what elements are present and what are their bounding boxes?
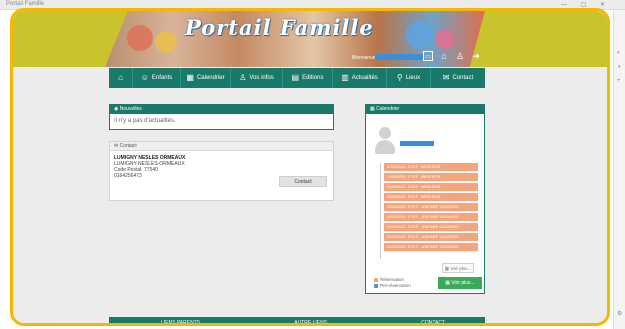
voir-plus-link[interactable]: ▦ Voir plus... <box>442 263 474 273</box>
extension-icon[interactable]: ◐ <box>617 50 621 56</box>
account-icon[interactable]: ♙ <box>455 51 465 61</box>
nav-label: Contact <box>452 75 474 81</box>
nav-label: Calendrier <box>196 75 225 81</box>
nav-label: Enfants <box>151 75 173 81</box>
calendar-event[interactable]: 28/09/2023 - ET.EF - MERCREDI <box>384 193 478 201</box>
nav-contact[interactable]: ✉ Contact <box>431 68 485 88</box>
news-icon: ▥ <box>341 73 349 82</box>
main-nav: ⌂ ☺ Enfants ▦ Calendrier ♙ Vos infos ▤ E… <box>109 68 485 88</box>
nav-home[interactable]: ⌂ <box>109 68 133 88</box>
nav-label: Actualités <box>351 75 378 81</box>
globe-icon: ◉ <box>114 106 119 112</box>
highlight-frame: Portail Famille Bienvenue ▭ ⌂ ♙ ➜ ⌂ ☺ En… <box>10 8 610 326</box>
news-message: Il n'y a pas d'actualités. <box>114 118 176 124</box>
calendar-event[interactable]: 07/09/2023 - ET.EF - MERCREDI <box>384 163 478 171</box>
calendar-panel: ▦ Calendrier 07/09/2023 - ET.EF - MERCRE… <box>365 104 485 294</box>
timeline-line <box>380 163 381 259</box>
extension-icon[interactable]: ◑ <box>617 64 621 70</box>
calendar-event[interactable]: 21/09/2023 - ET.EF - MERCREDI <box>384 183 478 191</box>
map-pin-icon: ⚲ <box>396 73 403 82</box>
calendar-event[interactable]: 30/10/2023 - ET.EF - JOURNEE VACANCES <box>384 233 478 241</box>
site-title: Portail Famille <box>185 15 374 40</box>
nav-vos-infos[interactable]: ♙ Vos infos <box>231 68 283 88</box>
home-icon[interactable]: ⌂ <box>439 51 449 61</box>
browser-tab-title[interactable]: Portail Famille <box>6 1 44 7</box>
legend-item-prereservation: Pré-réservation <box>374 283 411 289</box>
window-controls[interactable]: — ▢ ✕ <box>561 1 611 8</box>
calendar-event[interactable]: 31/10/2023 - ET.EF - JOURNEE VACANCES <box>384 243 478 251</box>
mail-icon: ✉ <box>114 143 119 149</box>
news-header: ◉ Nouvelles <box>110 105 333 114</box>
child-icon: ☺ <box>140 73 149 82</box>
nav-lieux[interactable]: ⚲ Lieux <box>387 68 431 88</box>
document-icon: ▤ <box>291 73 300 82</box>
contact-header: ✉ Contact <box>110 142 333 151</box>
footer-link-parents[interactable]: LIENS PARENTS <box>161 317 200 323</box>
settings-icon[interactable]: ⚙ <box>617 310 622 317</box>
contact-button[interactable]: Contact <box>279 176 327 187</box>
home-icon: ⌂ <box>118 73 123 82</box>
nav-label: Editions <box>302 75 324 81</box>
user-card-icon[interactable]: ▭ <box>423 51 433 61</box>
calendar-icon: ▦ <box>445 280 450 286</box>
calendar-event[interactable]: 27/10/2023 - ET.EF - JOURNEE VACANCES <box>384 223 478 231</box>
legend: Réservation Pré-réservation <box>374 277 411 289</box>
calendar-event[interactable]: 14/09/2023 - ET.EF - MERCREDI <box>384 173 478 181</box>
voir-plus-label: Voir plus... <box>450 266 472 271</box>
nav-enfants[interactable]: ☺ Enfants <box>133 68 181 88</box>
welcome-text: Bienvenue <box>352 55 376 61</box>
child-name-redacted <box>400 141 434 146</box>
person-icon: ♙ <box>239 73 247 82</box>
legend-label: Pré-réservation <box>380 283 411 288</box>
footer: LIENS PARENTS AUTRE LIENS CONTACT <box>109 317 485 323</box>
nav-editions[interactable]: ▤ Editions <box>283 68 333 88</box>
contact-title: Contact <box>119 143 137 149</box>
calendar-header: ▦ Calendrier <box>366 105 484 114</box>
nav-calendrier[interactable]: ▦ Calendrier <box>181 68 231 88</box>
add-icon[interactable]: + <box>617 78 621 84</box>
footer-link-autre[interactable]: AUTRE LIENS <box>294 317 327 323</box>
contact-panel: ✉ Contact LUMIGNY NESLES ORMEAUX LUMIGNY… <box>109 141 334 201</box>
logout-icon[interactable]: ➜ <box>471 51 481 61</box>
calendar-event[interactable]: 25/10/2023 - ET.EF - JOURNEE VACANCES <box>384 203 478 211</box>
legend-label: Réservation <box>380 277 405 282</box>
avatar <box>374 125 396 155</box>
voir-plus-button[interactable]: ▦ Voir plus... <box>438 277 482 289</box>
nav-label: Lieux <box>405 75 421 81</box>
site: Portail Famille Bienvenue ▭ ⌂ ♙ ➜ ⌂ ☺ En… <box>13 11 607 323</box>
nav-actualites[interactable]: ▥ Actualités <box>333 68 387 88</box>
header-icons: ▭ ⌂ ♙ ➜ <box>423 51 481 61</box>
calendar-icon: ▦ <box>186 73 194 82</box>
calendar-icon: ▦ <box>370 106 375 112</box>
calendar-event[interactable]: 26/10/2023 - ET.EF - JOURNEE VACANCES <box>384 213 478 221</box>
event-list: 07/09/2023 - ET.EF - MERCREDI 14/09/2023… <box>384 163 478 253</box>
news-title: Nouvelles <box>119 106 142 112</box>
user-name-redacted <box>375 54 423 60</box>
calendar-icon: ▦ <box>444 266 449 271</box>
voir-plus-button-label: Voir plus... <box>451 280 475 286</box>
news-panel: ◉ Nouvelles Il n'y a pas d'actualités. <box>109 104 334 130</box>
nav-label: Vos infos <box>249 75 274 81</box>
footer-link-contact[interactable]: CONTACT <box>421 317 445 323</box>
browser-sidebar: ◐ ◑ + ⚙ <box>613 10 625 329</box>
mail-icon: ✉ <box>442 73 450 82</box>
header: Portail Famille Bienvenue ▭ ⌂ ♙ ➜ <box>13 11 607 67</box>
calendar-title: Calendrier <box>376 106 400 112</box>
